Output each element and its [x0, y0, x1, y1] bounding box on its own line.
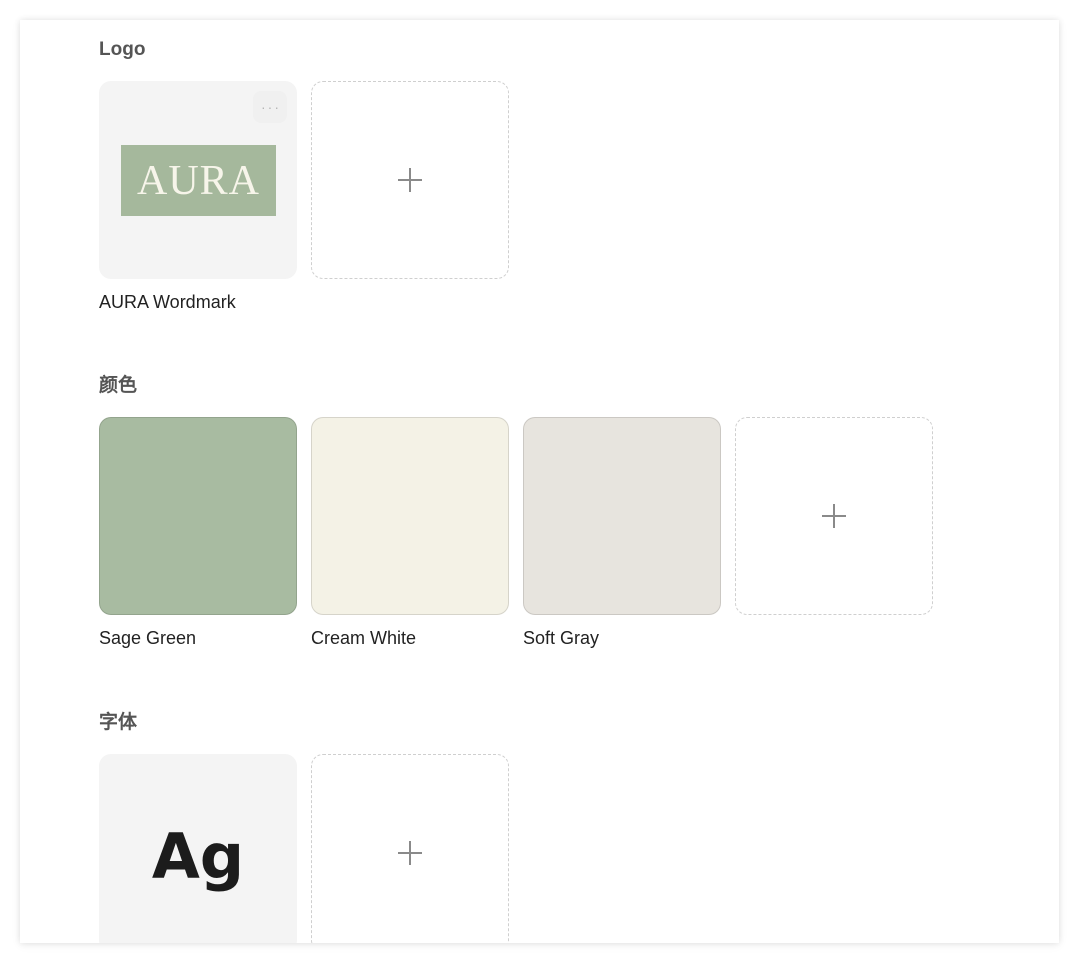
- more-icon: ···: [261, 99, 281, 115]
- color-asset[interactable]: Sage Green: [99, 417, 297, 649]
- brand-kit-panel: Logo ··· AURA AURA Wordmark 颜色 Sage Gree…: [20, 20, 1059, 943]
- color-name-label: Cream White: [311, 628, 417, 648]
- logo-section-title: Logo: [99, 39, 146, 60]
- color-asset[interactable]: Cream White: [311, 417, 509, 649]
- add-color-button[interactable]: [735, 417, 933, 615]
- add-font-button[interactable]: [311, 754, 509, 943]
- logo-tile[interactable]: ··· AURA: [99, 81, 297, 279]
- add-logo-button[interactable]: [311, 81, 509, 279]
- color-swatch-cream-white[interactable]: [311, 417, 509, 615]
- color-row: Sage Green Cream White Soft Gray: [99, 417, 933, 649]
- color-swatch-soft-gray[interactable]: [523, 417, 721, 615]
- color-asset[interactable]: Soft Gray: [523, 417, 721, 649]
- logo-wordmark-text: AURA: [136, 157, 260, 204]
- color-name-label: Sage Green: [99, 628, 197, 648]
- add-color-asset: [735, 417, 933, 649]
- add-font-asset: [311, 754, 509, 943]
- logo-name-label: AURA Wordmark: [99, 292, 236, 312]
- font-row: Ag: [99, 754, 509, 943]
- plus-icon: [398, 168, 422, 192]
- aura-logo-image: AURA: [121, 145, 276, 216]
- font-tile[interactable]: Ag: [99, 754, 297, 943]
- more-options-button[interactable]: ···: [253, 91, 287, 123]
- plus-icon: [822, 504, 846, 528]
- color-name-label: Soft Gray: [523, 628, 600, 648]
- font-section-title: 字体: [99, 712, 138, 733]
- logo-row: ··· AURA AURA Wordmark: [99, 81, 509, 313]
- font-asset[interactable]: Ag: [99, 754, 297, 943]
- color-section-title: 颜色: [99, 375, 138, 396]
- color-swatch-sage-green[interactable]: [99, 417, 297, 615]
- logo-asset[interactable]: ··· AURA AURA Wordmark: [99, 81, 297, 313]
- add-logo-asset: [311, 81, 509, 313]
- plus-icon: [398, 841, 422, 865]
- font-sample-text: Ag: [151, 820, 245, 893]
